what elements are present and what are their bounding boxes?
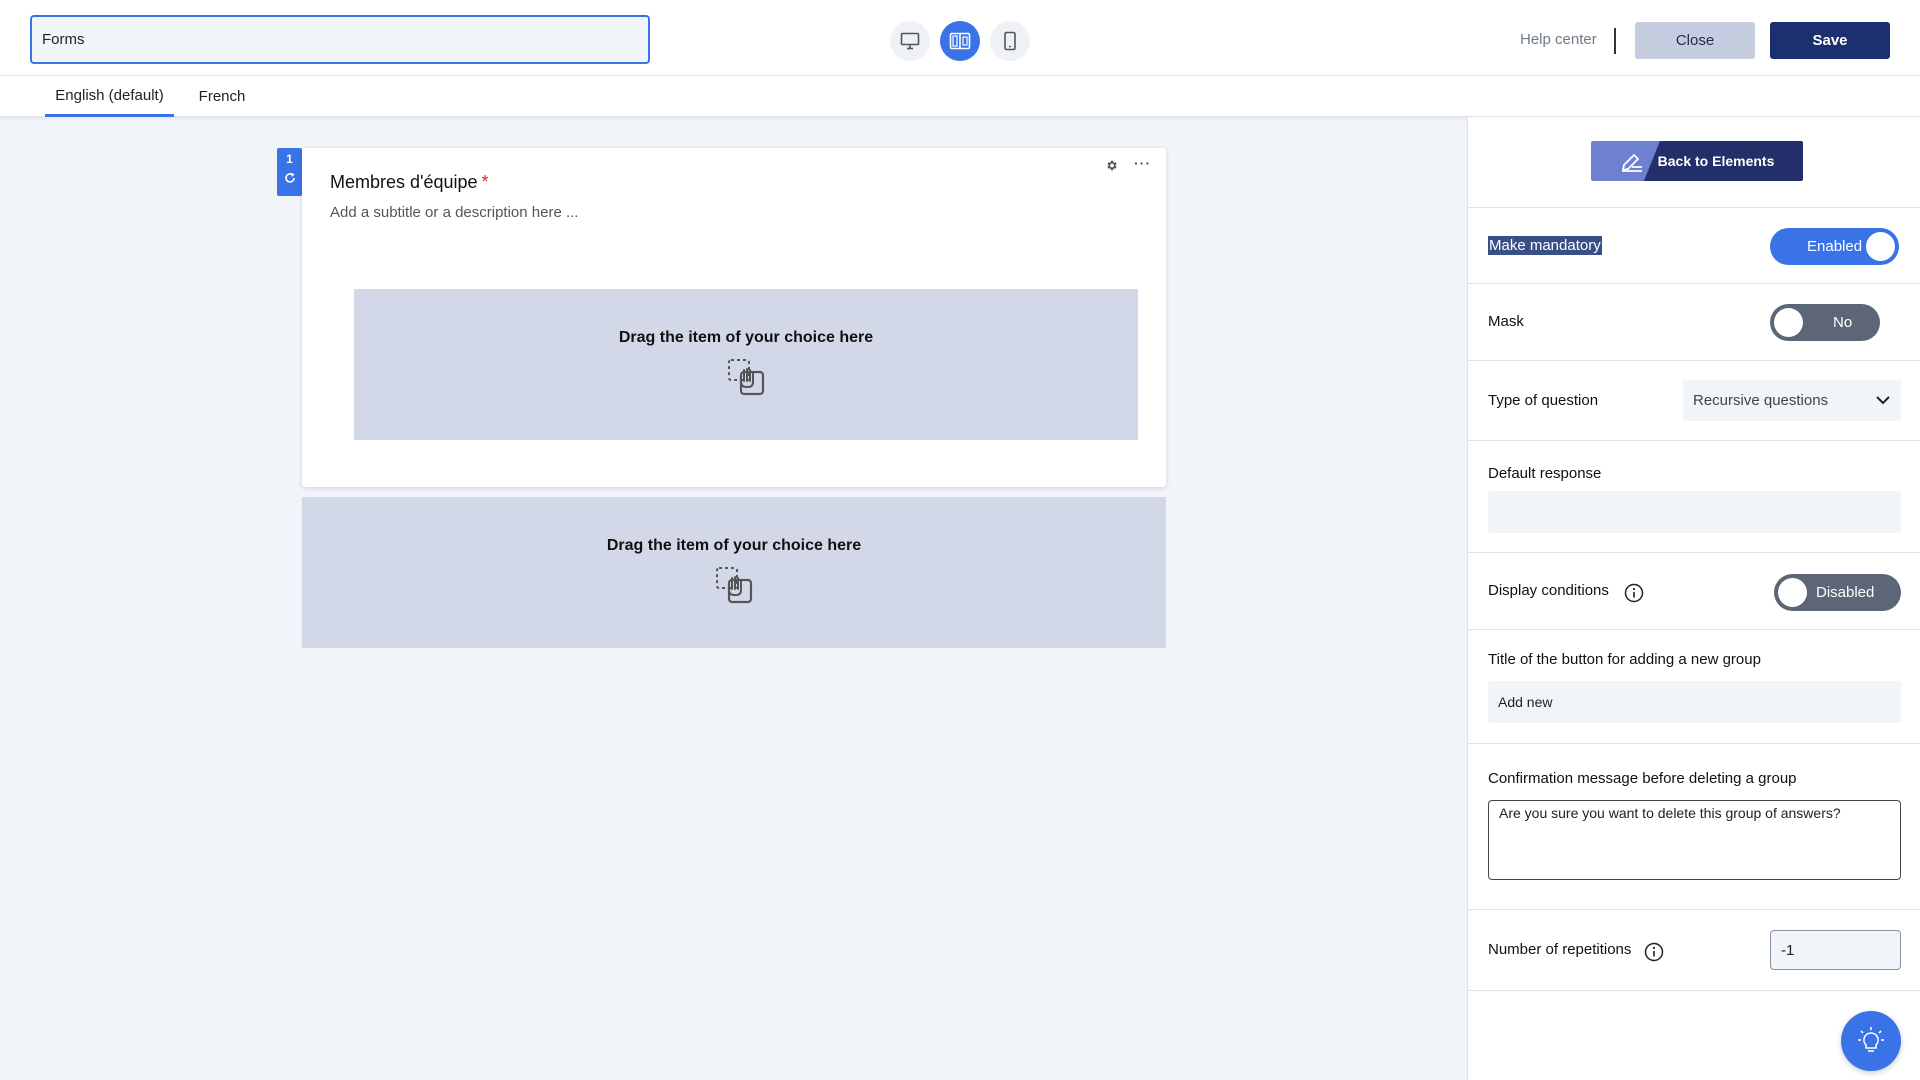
add-button-title-label: Title of the button for adding a new gro…	[1488, 651, 1761, 668]
header-divider	[1614, 28, 1616, 54]
canvas-dropzone-label: Drag the item of your choice here	[606, 537, 862, 554]
tips-button[interactable]	[1841, 1011, 1901, 1071]
mask-label: Mask	[1488, 313, 1524, 330]
back-section: Back to Elements	[1468, 117, 1920, 208]
mandatory-toggle-state: Enabled	[1807, 238, 1863, 255]
question-title-text: Membres d'équipe	[330, 172, 478, 192]
lightbulb-icon	[1858, 1027, 1884, 1052]
top-bar: Help center Close Save	[0, 0, 1920, 76]
refresh-icon[interactable]	[284, 172, 296, 184]
form-name-input[interactable]	[30, 15, 650, 64]
question-type-label: Type of question	[1488, 392, 1599, 409]
question-number: 1	[286, 152, 293, 166]
display-conditions-toggle[interactable]: Disabled	[1774, 574, 1901, 611]
split-view-button[interactable]	[940, 21, 980, 61]
add-button-title-section: Title of the button for adding a new gro…	[1468, 630, 1920, 744]
properties-panel: Back to Elements Make mandatory Enabled …	[1467, 117, 1920, 1080]
question-subtitle[interactable]: Add a subtitle or a description here ...	[330, 204, 578, 221]
edit-icon	[1621, 154, 1642, 172]
question-card[interactable]: Membres d'équipe * Add a subtitle or a de…	[302, 148, 1166, 487]
help-center-link[interactable]: Help center	[1520, 31, 1597, 48]
language-tabs: English (default) French	[0, 76, 1920, 117]
make-mandatory-label: Make mandatory	[1488, 236, 1602, 255]
mask-toggle[interactable]: No	[1770, 304, 1880, 341]
display-conditions-state: Disabled	[1816, 584, 1875, 601]
info-icon[interactable]	[1624, 583, 1644, 603]
delete-confirmation-section: Confirmation message before deleting a g…	[1468, 744, 1920, 910]
more-options-icon[interactable]: ···	[1134, 155, 1151, 171]
drag-drop-icon	[728, 359, 765, 396]
toggle-knob	[1774, 308, 1803, 337]
question-title[interactable]: Membres d'équipe *	[330, 172, 489, 193]
drag-drop-icon	[716, 567, 753, 604]
default-response-section: Default response	[1468, 441, 1920, 553]
question-type-select[interactable]: Recursive questions	[1683, 380, 1901, 421]
chevron-down-icon	[1876, 396, 1890, 405]
question-dropzone[interactable]: Drag the item of your choice here	[354, 289, 1138, 440]
question-number-badge: 1	[277, 148, 302, 196]
mask-toggle-state: No	[1833, 314, 1853, 331]
dropzone-label: Drag the item of your choice here	[618, 329, 874, 346]
tab-english[interactable]: English (default)	[45, 76, 174, 117]
close-button[interactable]: Close	[1635, 22, 1755, 59]
question-type-section: Type of question Recursive questions	[1468, 361, 1920, 441]
save-button[interactable]: Save	[1770, 22, 1890, 59]
mandatory-section: Make mandatory Enabled	[1468, 208, 1920, 284]
toggle-knob	[1778, 578, 1807, 607]
mandatory-toggle[interactable]: Enabled	[1770, 228, 1899, 265]
add-button-title-input[interactable]	[1488, 681, 1901, 723]
desktop-view-button[interactable]	[890, 21, 930, 61]
display-conditions-section: Display conditions Disabled	[1468, 553, 1920, 630]
delete-confirmation-textarea[interactable]: Are you sure you want to delete this gro…	[1488, 800, 1901, 880]
default-response-label: Default response	[1488, 465, 1602, 482]
repetitions-label: Number of repetitions	[1488, 941, 1632, 958]
info-icon[interactable]	[1644, 942, 1664, 962]
back-to-elements-button[interactable]: Back to Elements	[1591, 141, 1803, 181]
mobile-view-button[interactable]	[990, 21, 1030, 61]
tab-french[interactable]: French	[190, 76, 254, 117]
mask-section: Mask No	[1468, 284, 1920, 361]
required-marker: *	[481, 172, 489, 192]
default-response-input[interactable]	[1488, 491, 1901, 533]
toggle-knob	[1866, 232, 1895, 261]
split-view-icon	[949, 32, 971, 50]
display-conditions-label: Display conditions	[1488, 582, 1609, 599]
delete-confirmation-label: Confirmation message before deleting a g…	[1488, 770, 1797, 787]
canvas-dropzone[interactable]: Drag the item of your choice here	[302, 497, 1166, 648]
gear-icon[interactable]	[1105, 159, 1118, 172]
mobile-icon	[1004, 31, 1016, 51]
desktop-icon	[900, 32, 920, 50]
repetitions-input[interactable]	[1770, 930, 1901, 970]
repetitions-section: Number of repetitions	[1468, 910, 1920, 991]
back-to-elements-label: Back to Elements	[1657, 153, 1775, 169]
question-type-value: Recursive questions	[1693, 392, 1829, 409]
